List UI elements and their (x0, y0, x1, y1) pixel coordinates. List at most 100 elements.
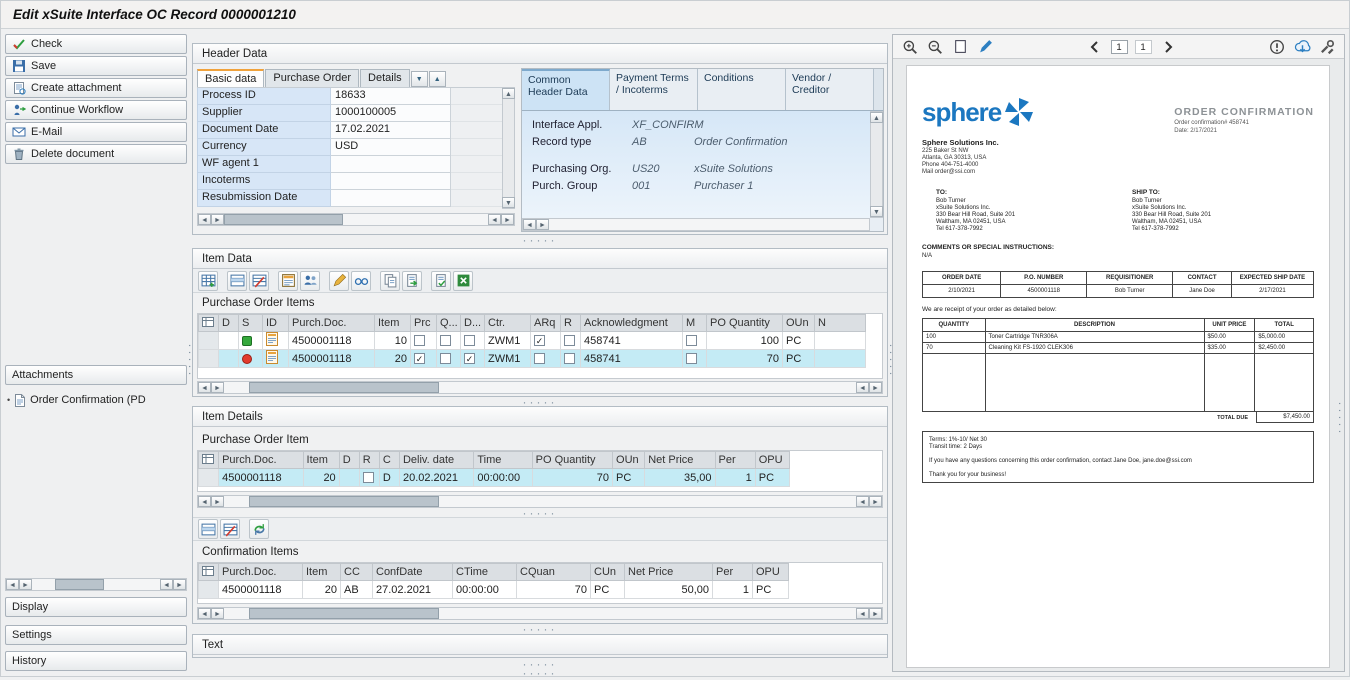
scroll-right-icon[interactable]: ► (869, 496, 882, 507)
column-header[interactable]: OUn (783, 315, 815, 332)
table-settings-button[interactable] (198, 271, 218, 291)
net-price-cell[interactable]: 50,00 (625, 581, 713, 599)
header-vertical-scrollbar[interactable]: ▲ ▼ (502, 87, 515, 209)
acknowledgment-cell[interactable]: 458741 (581, 350, 683, 368)
currency-field[interactable]: USD (331, 139, 451, 156)
scroll-right-icon[interactable]: ► (501, 214, 514, 225)
panel-splitter[interactable] (192, 669, 888, 677)
column-header[interactable]: PO Quantity (532, 452, 612, 469)
select-all-header[interactable] (199, 564, 219, 581)
row-selector[interactable] (199, 581, 219, 599)
c-cell[interactable]: D (379, 469, 399, 487)
scroll-up-icon[interactable]: ▲ (870, 112, 883, 123)
zoom-out-button[interactable] (926, 38, 944, 56)
scroll-left-icon[interactable]: ◄ (856, 382, 869, 393)
scrollbar-track[interactable] (224, 382, 856, 393)
attachment-list-item[interactable]: • Order Confirmation (PD (7, 391, 187, 409)
scroll-left-icon[interactable]: ◄ (160, 579, 173, 590)
column-header[interactable]: D... (461, 315, 485, 332)
document-date-field[interactable]: 17.02.2021 (331, 122, 451, 139)
tools-button[interactable] (1318, 38, 1336, 56)
tab-conditions[interactable]: Conditions (698, 69, 786, 110)
next-page-button[interactable] (1159, 38, 1177, 56)
scroll-left-icon[interactable]: ◄ (856, 496, 869, 507)
scrollbar-thumb[interactable] (249, 608, 439, 619)
cun-cell[interactable]: PC (591, 581, 625, 599)
scroll-right-icon[interactable]: ► (211, 608, 224, 619)
column-header[interactable]: ID (263, 315, 289, 332)
purch-doc-cell[interactable]: 4500001118 (289, 332, 375, 350)
r-checkbox[interactable] (564, 335, 575, 346)
column-header[interactable]: Purch.Doc. (219, 452, 303, 469)
opu-cell[interactable]: PC (755, 469, 789, 487)
opu-cell[interactable]: PC (753, 581, 789, 599)
column-header[interactable]: Time (474, 452, 532, 469)
scroll-left-icon[interactable]: ◄ (523, 219, 536, 230)
q-checkbox[interactable] (440, 353, 451, 364)
tab-details[interactable]: Details (360, 69, 410, 87)
po-detail-row[interactable]: 4500001118 20 D 20.02.2021 00:00:00 70 P… (199, 469, 790, 487)
column-header[interactable]: ARq (531, 315, 561, 332)
per-cell[interactable]: 1 (715, 469, 755, 487)
item-cell[interactable]: 20 (303, 469, 339, 487)
display-item-button[interactable] (351, 271, 371, 291)
scroll-right-icon[interactable]: ► (211, 496, 224, 507)
delete-document-button[interactable]: Delete document (5, 144, 187, 164)
column-header[interactable]: ConfDate (373, 564, 453, 581)
purch-doc-cell[interactable]: 4500001118 (289, 350, 375, 368)
po-quantity-cell[interactable]: 70 (532, 469, 612, 487)
column-header[interactable]: PO Quantity (707, 315, 783, 332)
item-details-button[interactable] (278, 271, 298, 291)
ctr-cell[interactable]: ZWM1 (485, 350, 531, 368)
column-header[interactable]: CQuan (517, 564, 591, 581)
arq-checkbox[interactable] (534, 353, 545, 364)
row-selector[interactable] (199, 332, 219, 350)
scrollbar-thumb[interactable] (224, 214, 343, 225)
scrollbar-track[interactable] (549, 219, 869, 230)
arq-checkbox[interactable]: ✓ (534, 335, 545, 346)
purch-doc-cell[interactable]: 4500001118 (219, 469, 303, 487)
po-quantity-cell[interactable]: 70 (707, 350, 783, 368)
sidebar-horizontal-scrollbar[interactable]: ◄ ► ◄ ► (5, 578, 187, 591)
column-header[interactable]: Item (303, 452, 339, 469)
scroll-right-icon[interactable]: ► (536, 219, 549, 230)
r-checkbox[interactable] (363, 472, 374, 483)
d-checkbox[interactable]: ✓ (464, 353, 475, 364)
scroll-right-icon[interactable]: ► (869, 382, 882, 393)
continue-workflow-button[interactable]: Continue Workflow (5, 100, 187, 120)
scroll-down-icon[interactable]: ▼ (502, 197, 515, 208)
right-horizontal-scrollbar[interactable]: ◄ ► (522, 218, 870, 231)
column-header[interactable]: Ctr. (485, 315, 531, 332)
delete-row-button[interactable] (249, 271, 269, 291)
column-header[interactable]: R (359, 452, 379, 469)
scrollbar-thumb[interactable] (249, 496, 439, 507)
row-selector[interactable] (199, 350, 219, 368)
previous-page-button[interactable] (1086, 38, 1104, 56)
scrollbar-track[interactable] (224, 214, 488, 225)
column-header[interactable]: Acknowledgment (581, 315, 683, 332)
panel-splitter[interactable] (192, 398, 888, 406)
column-header[interactable]: Q... (437, 315, 461, 332)
delivery-date-cell[interactable]: 20.02.2021 (399, 469, 473, 487)
scroll-right-icon[interactable]: ► (19, 579, 32, 590)
column-header[interactable]: Item (303, 564, 341, 581)
settings-button[interactable]: Settings (5, 625, 187, 645)
resubmission-date-field[interactable] (331, 190, 451, 207)
scrollbar-thumb[interactable] (55, 579, 104, 590)
insert-confirmation-button[interactable] (198, 519, 218, 539)
scroll-left-icon[interactable]: ◄ (198, 496, 211, 507)
po-item-row-10[interactable]: 4500001118 10 ZWM1 ✓ 458741 100 PC (199, 332, 866, 350)
scroll-right-icon[interactable]: ► (173, 579, 186, 590)
wf-agent-field[interactable] (331, 156, 451, 173)
items-horizontal-scrollbar[interactable]: ◄ ► ◄ ► (197, 381, 883, 394)
d-checkbox[interactable] (464, 335, 475, 346)
oun-cell[interactable]: PC (783, 332, 815, 350)
column-header[interactable]: C (379, 452, 399, 469)
column-header[interactable]: D (339, 452, 359, 469)
oun-cell[interactable]: PC (783, 350, 815, 368)
annotate-button[interactable] (976, 38, 994, 56)
accept-items-button[interactable] (431, 271, 451, 291)
prc-checkbox[interactable] (414, 335, 425, 346)
po-quantity-cell[interactable]: 100 (707, 332, 783, 350)
ctr-cell[interactable]: ZWM1 (485, 332, 531, 350)
